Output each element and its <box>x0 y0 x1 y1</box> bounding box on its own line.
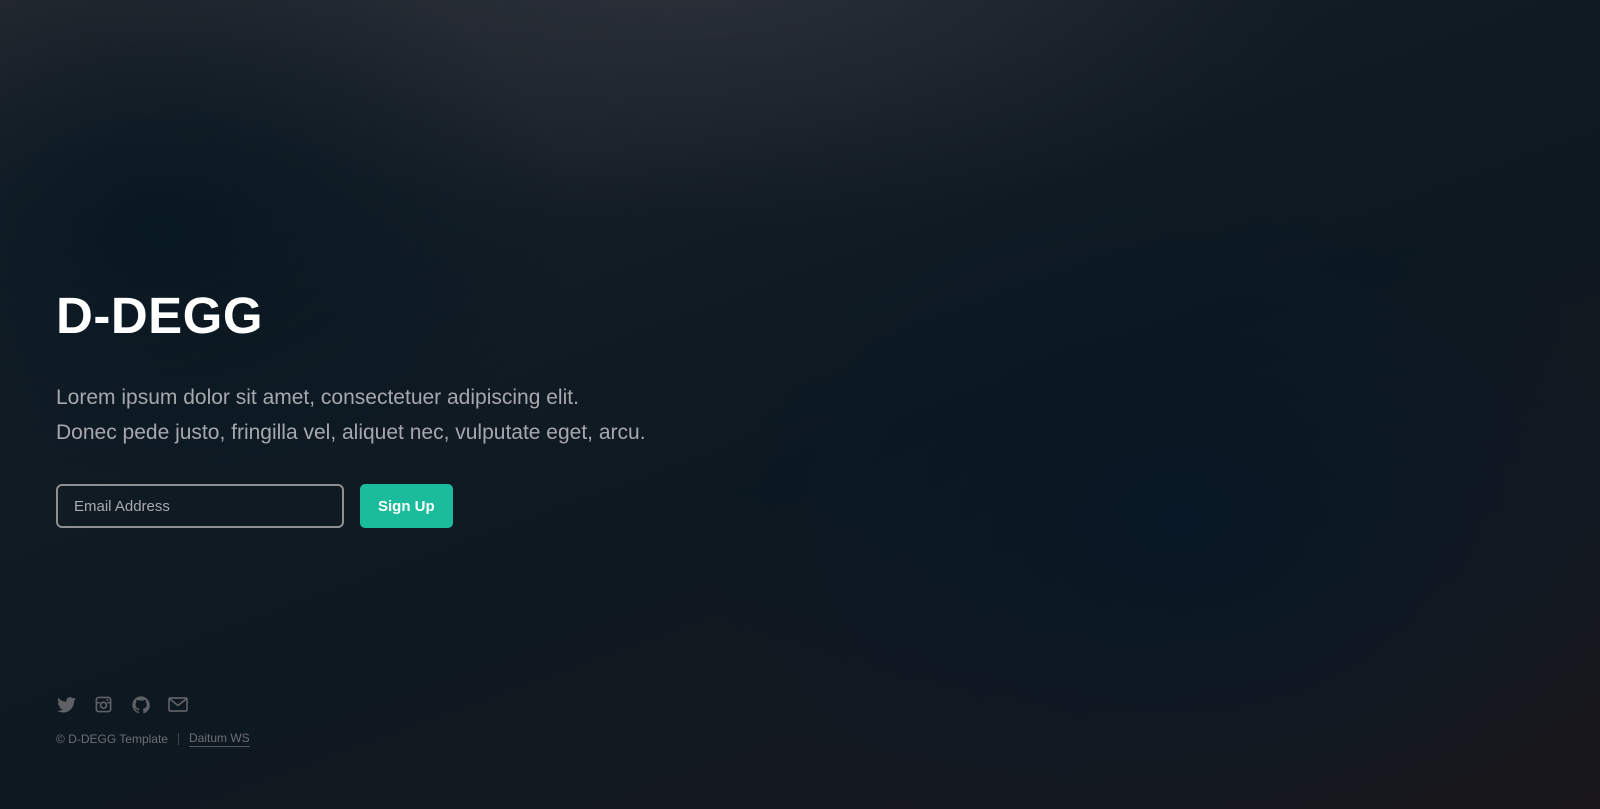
email-field[interactable] <box>56 484 344 528</box>
page-title: D-DEGG <box>56 287 263 344</box>
credit-link[interactable]: Daitum WS <box>188 731 250 747</box>
email-link[interactable] <box>167 694 188 715</box>
sign-up-button[interactable]: Sign Up <box>360 484 453 528</box>
instagram-link[interactable] <box>93 694 114 715</box>
twitter-icon <box>57 696 76 713</box>
github-link[interactable] <box>130 694 151 715</box>
social-links <box>56 694 250 715</box>
hero-section: D-DEGG Lorem ipsum dolor sit amet, conse… <box>56 290 816 528</box>
tagline-line-1: Lorem ipsum dolor sit amet, consectetuer… <box>56 386 579 409</box>
footer-credits: © D-DEGG Template Daitum WS <box>56 731 250 747</box>
github-icon <box>131 695 150 713</box>
tagline: Lorem ipsum dolor sit amet, consectetuer… <box>56 380 816 450</box>
envelope-icon <box>167 697 188 712</box>
tagline-line-2: Donec pede justo, fringilla vel, aliquet… <box>56 421 646 444</box>
site-footer: © D-DEGG Template Daitum WS <box>56 694 250 747</box>
signup-form: Sign Up <box>56 484 816 528</box>
copyright-text: © D-DEGG Template <box>56 732 168 746</box>
footer-divider <box>177 733 179 745</box>
twitter-link[interactable] <box>56 694 77 715</box>
instagram-icon <box>95 696 112 713</box>
